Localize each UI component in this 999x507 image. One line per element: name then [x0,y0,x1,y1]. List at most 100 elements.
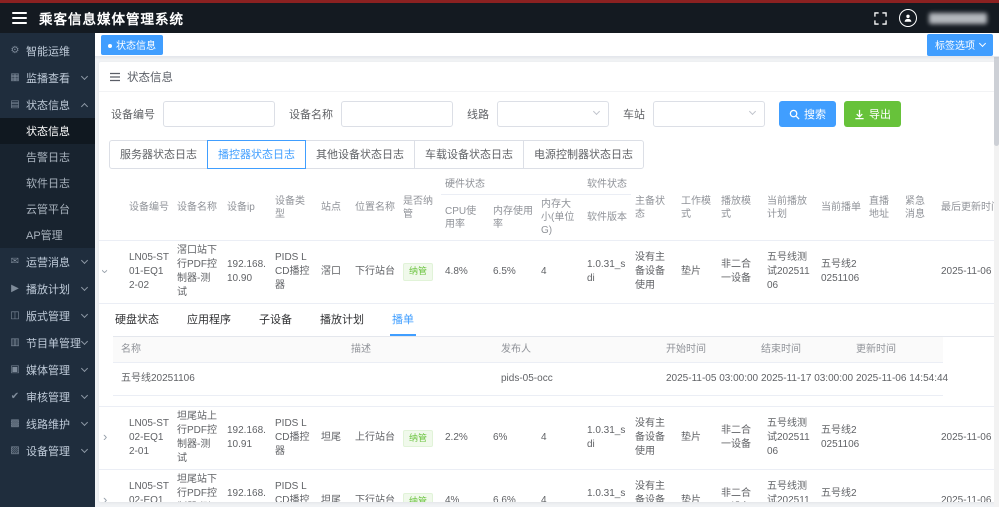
detail-tab-applications[interactable]: 应用程序 [185,306,233,336]
sidebar-subitem-alarm-log[interactable]: 告警日志 [0,144,95,170]
fullscreen-icon[interactable] [874,12,887,25]
column-header: 最后更新时间 [937,175,995,241]
device-cell: 五号线20251106 [817,407,865,470]
log-tab-vehicle-log[interactable]: 车载设备状态日志 [414,140,524,169]
chevron-down-icon [81,419,88,426]
device-cell: 2025-11-06 16 [937,241,995,304]
sidebar-item-layout-mgmt[interactable]: ◫版式管理 [0,302,95,329]
sidebar-subitem-label: 状态信息 [26,123,87,139]
expand-cell: › [99,407,125,470]
detail-tab-play-plan[interactable]: 播放计划 [318,306,366,336]
device-row: ›LN05-ST02-EQ12-02坦尾站下行PDF控制器-测试192.168.… [99,470,995,502]
device-cell [865,407,901,470]
expand-row-icon[interactable]: › [103,430,107,443]
list-icon [109,71,121,83]
playlist-cell [343,363,493,396]
log-tab-power-controller-log[interactable]: 电源控制器状态日志 [523,140,644,169]
sidebar-item-program-mgmt[interactable]: ▥节目单管理 [0,329,95,356]
sidebar-item-audit-mgmt[interactable]: ✔审核管理 [0,383,95,410]
log-tab-server-log[interactable]: 服务器状态日志 [109,140,208,169]
device-cell [865,241,901,304]
vertical-scrollbar[interactable] [994,33,999,507]
status-icon: ▤ [8,99,22,110]
layout-icon: ◫ [8,310,22,321]
sidebar-subitem-label: 软件日志 [26,175,87,191]
filter-input-device-name[interactable] [341,101,453,127]
expand-cell: › [99,470,125,502]
playlist-cell: pids-05-occ [493,363,658,396]
detail-tab-playlist[interactable]: 播单 [390,306,416,336]
chevron-down-icon [81,392,88,399]
sidebar-item-line-maintenance[interactable]: ▩线路维护 [0,410,95,437]
device-cell: 坦尾站上行PDF控制器-测试 [173,407,223,470]
search-button[interactable]: 搜索 [779,101,836,127]
expand-row-icon[interactable]: › [103,493,107,502]
sidebar-item-label: 节目单管理 [26,335,82,351]
device-cell: 6.5% [489,241,537,304]
playlist-row: 五号线20251106pids-05-occ2025-11-05 03:00:0… [113,363,943,396]
column-header: CPU使用率 [441,195,489,241]
device-cell: 2025-11-06 16 [937,470,995,502]
detail-tab-sub-devices[interactable]: 子设备 [257,306,294,336]
filter-select-station[interactable] [653,101,765,127]
tag-bar: 状态信息 标签选项 [95,33,999,57]
username-redacted[interactable] [929,13,987,24]
detail-tab-disk-status[interactable]: 硬盘状态 [113,306,161,336]
tag-options-button[interactable]: 标签选项 [927,34,993,56]
device-cell: 2025-11-06 16 [937,407,995,470]
column-header: 播放模式 [717,175,763,241]
device-cell: PIDS LCD播控器 [271,407,317,470]
log-tab-controller-log[interactable]: 播控器状态日志 [207,140,306,169]
sidebar-subitem-software-log[interactable]: 软件日志 [0,170,95,196]
managed-badge: 纳管 [403,493,433,502]
chevron-down-icon [979,39,986,46]
line-icon: ▩ [8,418,22,429]
detail-panel: 硬盘状态应用程序子设备播放计划播单名称描述发布人开始时间结束时间更新时间五号线2… [99,304,995,407]
device-cell: 4 [537,407,583,470]
chevron-down-icon [593,108,600,115]
filter-label-device-name: 设备名称 [289,106,333,122]
device-cell: 五号线20251106 [817,241,865,304]
sidebar-item-label: 运营消息 [26,254,82,270]
expand-row-icon[interactable]: › [99,269,112,273]
sidebar-item-operation-message[interactable]: ✉运营消息 [0,248,95,275]
tag-status-info[interactable]: 状态信息 [101,35,163,55]
export-button[interactable]: 导出 [844,101,901,127]
log-tab-other-device-log[interactable]: 其他设备状态日志 [305,140,415,169]
hamburger-menu-icon[interactable] [12,12,27,24]
device-cell: PIDS LCD播控器 [271,241,317,304]
device-cell [865,470,901,502]
tag-options-label: 标签选项 [935,37,975,52]
chevron-down-icon [81,284,88,291]
expand-column-header [99,175,125,241]
filter-label-device-no: 设备编号 [111,106,155,122]
managed-badge: 纳管 [403,430,433,448]
chevron-up-icon [81,102,88,109]
playlist-cell: 五号线20251106 [113,363,343,396]
filter-input-device-no[interactable] [163,101,275,127]
playlist-cell: 2025-11-17 03:00:00 [753,363,848,396]
sidebar-item-label: 监播查看 [26,70,82,86]
avatar[interactable] [899,9,917,27]
device-cell: 4 [537,470,583,502]
sidebar-item-media-mgmt[interactable]: ▣媒体管理 [0,356,95,383]
device-icon: ▨ [8,445,22,456]
sidebar-item-label: 智能运维 [26,43,87,59]
chevron-down-icon [81,365,88,372]
sidebar-item-smart-ops[interactable]: ⚙智能运维 [0,37,95,64]
column-header: 当前播放计划 [763,175,817,241]
column-header: 工作模式 [677,175,717,241]
device-cell: 2.2% [441,407,489,470]
sidebar-subitem-label: AP管理 [26,227,87,243]
sidebar-subitem-cloud-platform[interactable]: 云管平台 [0,196,95,222]
device-cell: 坦尾 [317,407,351,470]
filter-select-line[interactable] [497,101,609,127]
sidebar-subitem-status-info[interactable]: 状态信息 [0,118,95,144]
sidebar-item-device-mgmt[interactable]: ▨设备管理 [0,437,95,464]
sidebar-item-status-info[interactable]: ▤状态信息 [0,91,95,118]
column-header: 紧急消息 [901,175,937,241]
media-icon: ▣ [8,364,22,375]
sidebar-item-monitor-view[interactable]: ▦监播查看 [0,64,95,91]
sidebar-subitem-ap-mgmt[interactable]: AP管理 [0,222,95,248]
sidebar-item-play-plan[interactable]: ▶播放计划 [0,275,95,302]
